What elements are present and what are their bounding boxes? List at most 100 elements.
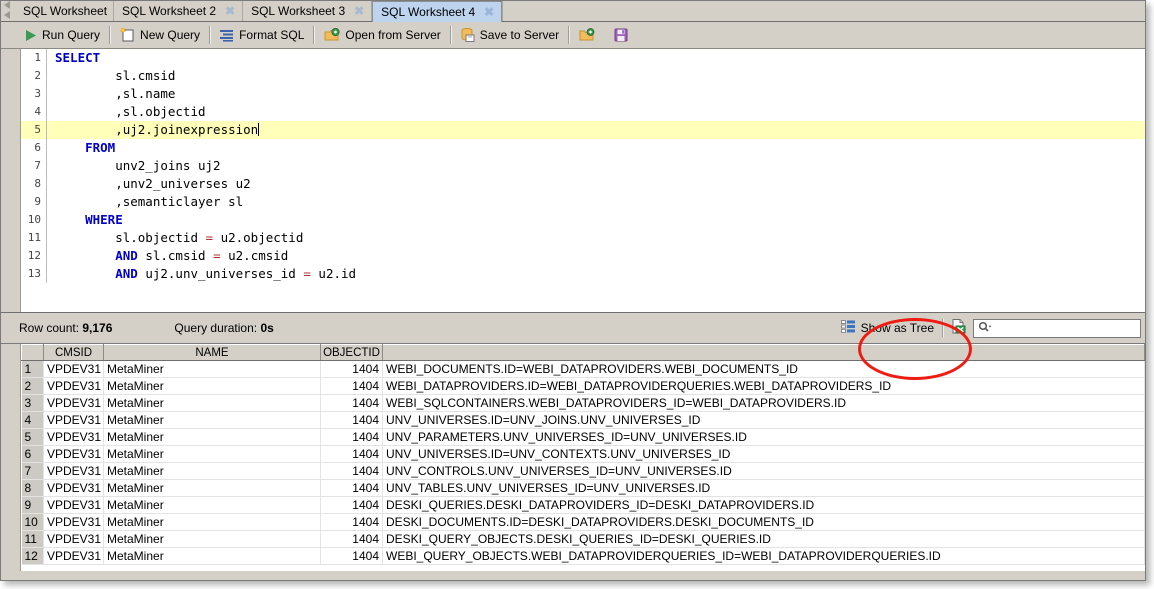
cell-expression[interactable]: WEBI_DATAPROVIDERS.ID=WEBI_DATAPROVIDERQ… bbox=[382, 377, 1145, 395]
cell-rownum[interactable]: 11 bbox=[21, 530, 44, 548]
cell-rownum[interactable]: 5 bbox=[21, 428, 44, 446]
column-header-name[interactable]: NAME bbox=[103, 344, 321, 361]
cell-name[interactable]: MetaMiner bbox=[103, 360, 321, 378]
cell-cmsid[interactable]: VPDEV31 bbox=[43, 428, 104, 446]
cell-rownum[interactable]: 9 bbox=[21, 496, 44, 514]
cell-expression[interactable]: DESKI_QUERIES.DESKI_DATAPROVIDERS_ID=DES… bbox=[382, 496, 1145, 514]
tab-sql-worksheet-1[interactable]: SQL Worksheet bbox=[15, 1, 115, 21]
cell-cmsid[interactable]: VPDEV31 bbox=[43, 360, 104, 378]
cell-name[interactable]: MetaMiner bbox=[103, 377, 321, 395]
cell-name[interactable]: MetaMiner bbox=[103, 428, 321, 446]
cell-cmsid[interactable]: VPDEV31 bbox=[43, 445, 104, 463]
column-header-cmsid[interactable]: CMSID bbox=[43, 344, 104, 361]
cell-rownum[interactable]: 12 bbox=[21, 547, 44, 565]
cell-expression[interactable]: DESKI_DOCUMENTS.ID=DESKI_DATAPROVIDERS.D… bbox=[382, 513, 1145, 531]
cell-expression[interactable]: UNV_UNIVERSES.ID=UNV_JOINS.UNV_UNIVERSES… bbox=[382, 411, 1145, 429]
tab-sql-worksheet-2[interactable]: SQL Worksheet 2 ✖ bbox=[114, 1, 244, 21]
tab-scroll-arrows[interactable] bbox=[1, 1, 15, 21]
cell-objectid[interactable]: 1404 bbox=[320, 411, 383, 429]
table-row[interactable]: 5 VPDEV31 MetaMiner 1404 UNV_PARAMETERS.UNV_… bbox=[21, 428, 1145, 446]
cell-name[interactable]: MetaMiner bbox=[103, 530, 321, 548]
scroll-down-arrow-icon[interactable] bbox=[4, 11, 10, 19]
table-row[interactable]: 10 VPDEV31 MetaMiner 1404 DESKI_DOCUMENTS.ID… bbox=[21, 513, 1145, 531]
table-row[interactable]: 7 VPDEV31 MetaMiner 1404 UNV_CONTROLS.UNV_UN… bbox=[21, 462, 1145, 480]
format-sql-button[interactable]: Format SQL bbox=[213, 24, 311, 46]
save-file-button[interactable] bbox=[607, 24, 640, 46]
cell-objectid[interactable]: 1404 bbox=[320, 445, 383, 463]
cell-objectid[interactable]: 1404 bbox=[320, 360, 383, 378]
new-query-button[interactable]: New Query bbox=[113, 24, 207, 46]
column-header-expression[interactable] bbox=[382, 344, 1145, 361]
cell-objectid[interactable]: 1404 bbox=[320, 377, 383, 395]
results-grid-panel[interactable]: CMSID NAME OBJECTID 1 VPDEV31 MetaMiner 140… bbox=[1, 343, 1145, 571]
scroll-up-arrow-icon[interactable] bbox=[4, 1, 10, 9]
cell-name[interactable]: MetaMiner bbox=[103, 547, 321, 565]
cell-expression[interactable]: UNV_UNIVERSES.ID=UNV_CONTEXTS.UNV_UNIVER… bbox=[382, 445, 1145, 463]
cell-expression[interactable]: UNV_TABLES.UNV_UNIVERSES_ID=UNV_UNIVERSE… bbox=[382, 479, 1145, 497]
cell-expression[interactable]: WEBI_SQLCONTAINERS.WEBI_DATAPROVIDERS_ID… bbox=[382, 394, 1145, 412]
cell-expression[interactable]: UNV_CONTROLS.UNV_UNIVERSES_ID=UNV_UNIVER… bbox=[382, 462, 1145, 480]
open-file-button[interactable] bbox=[572, 24, 607, 46]
cell-cmsid[interactable]: VPDEV31 bbox=[43, 496, 104, 514]
table-row[interactable]: 12 VPDEV31 MetaMiner 1404 WEBI_QUERY_OBJECTS… bbox=[21, 547, 1145, 565]
save-to-server-button[interactable]: Save to Server bbox=[454, 24, 566, 46]
cell-rownum[interactable]: 7 bbox=[21, 462, 44, 480]
table-row[interactable]: 4 VPDEV31 MetaMiner 1404 UNV_UNIVERSES.ID=UN… bbox=[21, 411, 1145, 429]
cell-name[interactable]: MetaMiner bbox=[103, 411, 321, 429]
cell-name[interactable]: MetaMiner bbox=[103, 496, 321, 514]
cell-rownum[interactable]: 8 bbox=[21, 479, 44, 497]
results-grid[interactable]: CMSID NAME OBJECTID 1 VPDEV31 MetaMiner 140… bbox=[21, 344, 1145, 571]
cell-name[interactable]: MetaMiner bbox=[103, 462, 321, 480]
table-row[interactable]: 3 VPDEV31 MetaMiner 1404 WEBI_SQLCONTAINERS.… bbox=[21, 394, 1145, 412]
tab-sql-worksheet-3[interactable]: SQL Worksheet 3 ✖ bbox=[243, 1, 373, 21]
cell-cmsid[interactable]: VPDEV31 bbox=[43, 530, 104, 548]
cell-cmsid[interactable]: VPDEV31 bbox=[43, 513, 104, 531]
tab-close-icon[interactable]: ✖ bbox=[224, 5, 236, 17]
cell-cmsid[interactable]: VPDEV31 bbox=[43, 462, 104, 480]
cell-objectid[interactable]: 1404 bbox=[320, 513, 383, 531]
cell-expression[interactable]: DESKI_QUERY_OBJECTS.DESKI_QUERIES_ID=DES… bbox=[382, 530, 1145, 548]
cell-objectid[interactable]: 1404 bbox=[320, 479, 383, 497]
tab-close-icon[interactable]: ✖ bbox=[353, 5, 365, 17]
cell-cmsid[interactable]: VPDEV31 bbox=[43, 479, 104, 497]
cell-objectid[interactable]: 1404 bbox=[320, 547, 383, 565]
cell-name[interactable]: MetaMiner bbox=[103, 445, 321, 463]
cell-rownum[interactable]: 1 bbox=[21, 360, 44, 378]
cell-rownum[interactable]: 2 bbox=[21, 377, 44, 395]
cell-cmsid[interactable]: VPDEV31 bbox=[43, 377, 104, 395]
table-row[interactable]: 2 VPDEV31 MetaMiner 1404 WEBI_DATAPROVIDERS.… bbox=[21, 377, 1145, 395]
cell-rownum[interactable]: 4 bbox=[21, 411, 44, 429]
tab-sql-worksheet-4[interactable]: SQL Worksheet 4 ✖ bbox=[372, 1, 503, 22]
cell-name[interactable]: MetaMiner bbox=[103, 394, 321, 412]
search-magnifier-icon[interactable] bbox=[978, 321, 992, 336]
excel-export-button[interactable] bbox=[946, 317, 971, 339]
cell-objectid[interactable]: 1404 bbox=[320, 462, 383, 480]
cell-expression[interactable]: UNV_PARAMETERS.UNV_UNIVERSES_ID=UNV_UNIV… bbox=[382, 428, 1145, 446]
cell-cmsid[interactable]: VPDEV31 bbox=[43, 394, 104, 412]
cell-objectid[interactable]: 1404 bbox=[320, 530, 383, 548]
cell-objectid[interactable]: 1404 bbox=[320, 394, 383, 412]
run-query-button[interactable]: Run Query bbox=[17, 24, 107, 46]
table-row[interactable]: 6 VPDEV31 MetaMiner 1404 UNV_UNIVERSES.ID=UN… bbox=[21, 445, 1145, 463]
table-row[interactable]: 11 VPDEV31 MetaMiner 1404 DESKI_QUERY_OBJECT… bbox=[21, 530, 1145, 548]
cell-cmsid[interactable]: VPDEV31 bbox=[43, 411, 104, 429]
cell-rownum[interactable]: 3 bbox=[21, 394, 44, 412]
cell-expression[interactable]: WEBI_QUERY_OBJECTS.WEBI_DATAPROVIDERQUER… bbox=[382, 547, 1145, 565]
cell-rownum[interactable]: 10 bbox=[21, 513, 44, 531]
table-row[interactable]: 1 VPDEV31 MetaMiner 1404 WEBI_DOCUMENTS.ID=W… bbox=[21, 360, 1145, 378]
cell-objectid[interactable]: 1404 bbox=[320, 428, 383, 446]
cell-objectid[interactable]: 1404 bbox=[320, 496, 383, 514]
results-search-box[interactable] bbox=[973, 318, 1141, 338]
cell-rownum[interactable]: 6 bbox=[21, 445, 44, 463]
cell-cmsid[interactable]: VPDEV31 bbox=[43, 547, 104, 565]
table-row[interactable]: 8 VPDEV31 MetaMiner 1404 UNV_TABLES.UNV_UNIV… bbox=[21, 479, 1145, 497]
cell-expression[interactable]: WEBI_DOCUMENTS.ID=WEBI_DATAPROVIDERS.WEB… bbox=[382, 360, 1145, 378]
sql-code-area[interactable]: 1 SELECT 2 sl.cmsid 3 ,sl.name 4 ,sl.obj… bbox=[21, 49, 1145, 312]
cell-name[interactable]: MetaMiner bbox=[103, 479, 321, 497]
open-from-server-button[interactable]: Open from Server bbox=[317, 24, 447, 46]
column-header-rownum[interactable] bbox=[21, 344, 44, 361]
show-as-tree-button[interactable]: Show as Tree bbox=[835, 317, 940, 339]
tab-close-icon[interactable]: ✖ bbox=[483, 6, 495, 18]
cell-name[interactable]: MetaMiner bbox=[103, 513, 321, 531]
column-header-objectid[interactable]: OBJECTID bbox=[320, 344, 383, 361]
